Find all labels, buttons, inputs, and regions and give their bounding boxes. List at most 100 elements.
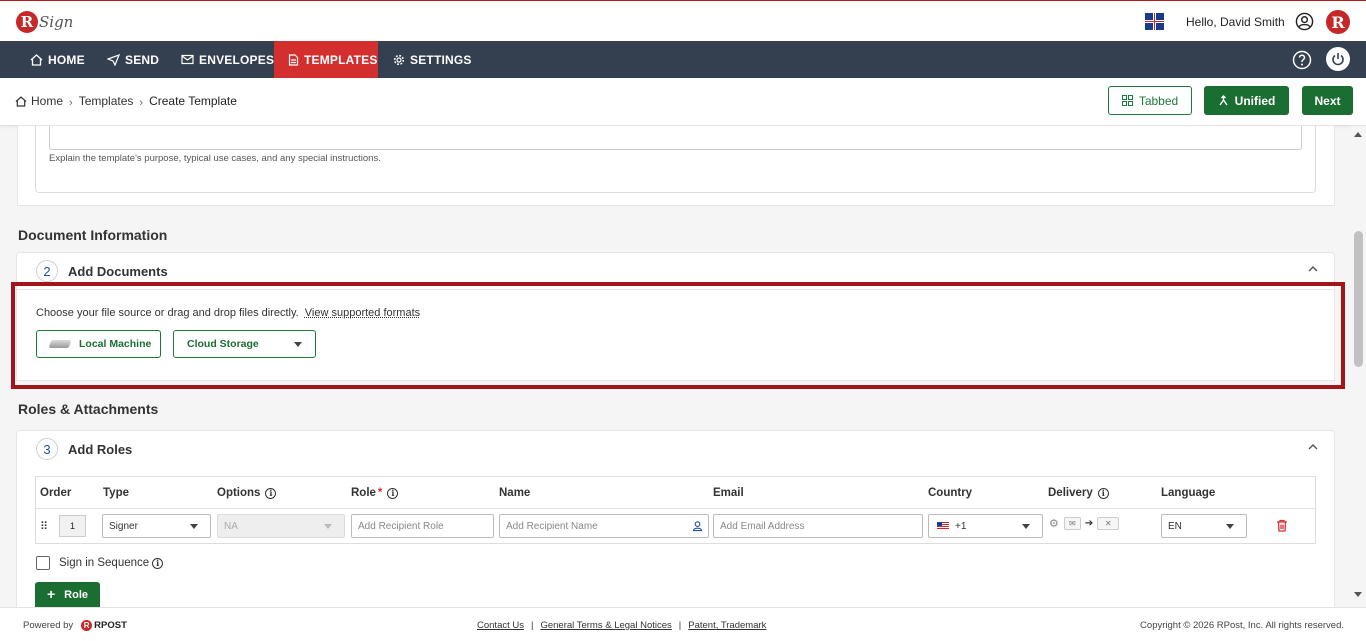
nav-home[interactable]: HOME [30,41,85,78]
rpost-brand-text: RPOST [94,620,127,631]
add-documents-title: Add Documents [68,264,168,279]
info-icon[interactable]: i [387,487,399,499]
logo-r-mark: R [16,11,38,33]
recipient-role-field[interactable] [358,520,493,532]
breadcrumb-separator: › [69,97,73,109]
delivery-label: Delivery [1048,487,1093,499]
add-role-label: Role [64,589,89,601]
grid-icon [1121,95,1133,106]
rpost-r-mark: R [81,620,93,631]
nav-home-label: HOME [48,52,85,67]
rpost-logo: R RPOST [81,620,127,631]
nav-send-label: SEND [125,52,160,67]
chevron-down-icon [324,524,332,529]
logo-text: Sign [39,13,74,31]
document-icon [288,53,299,66]
step-number-badge: 3 [36,438,58,460]
add-roles-panel-header[interactable]: 3 Add Roles [16,430,1335,468]
column-header-name: Name [499,487,531,499]
language-value: EN [1168,520,1182,532]
info-icon[interactable]: i [265,487,277,499]
uk-flag-icon[interactable] [1145,13,1164,30]
column-header-order: Order [40,487,72,499]
column-header-country: Country [928,487,973,499]
help-icon[interactable] [1292,50,1312,70]
nav-templates-label: TEMPLATES [304,52,378,67]
close-icon[interactable]: ✕ [1097,517,1120,530]
breadcrumb-templates[interactable]: Templates [79,94,134,108]
country-code-select[interactable]: +1 [928,514,1043,538]
step-number-badge: 2 [36,260,58,282]
tabbed-label: Tabbed [1138,93,1179,108]
scrollbar-thumb[interactable] [1354,231,1363,367]
language-select[interactable]: EN [1161,514,1247,538]
trash-icon[interactable] [1276,519,1288,532]
recipient-name-input[interactable] [499,514,709,538]
sign-in-sequence-text: Sign in Sequence [59,557,150,569]
sign-in-sequence-label: Sign in Sequence i [59,557,164,569]
breadcrumb-bar: Home › Templates › Create Template Tabbe… [0,78,1366,126]
contact-us-link[interactable]: Contact Us [477,620,524,631]
column-header-email: Email [713,487,744,499]
info-icon[interactable]: i [152,557,164,569]
column-header-delivery: Delivery i [1048,487,1109,499]
unified-view-button[interactable]: Unified [1204,86,1289,115]
delivery-options: ⚙ ✉ ➔ ✕ [1049,517,1123,530]
gear-icon [393,54,405,65]
chevron-down-icon [1022,524,1030,529]
description-textarea[interactable] [49,126,1302,150]
patent-trademark-link[interactable]: Patent, Trademark [688,620,766,631]
brand-avatar[interactable]: R [1326,10,1350,34]
column-header-language: Language [1161,487,1216,499]
user-profile-icon[interactable] [1295,12,1314,31]
email-address-field[interactable] [720,520,922,532]
power-icon [1332,53,1344,66]
footer-links: Contact Us | General Terms & Legal Notic… [477,620,766,631]
nav-templates[interactable]: TEMPLATES [274,41,378,78]
logout-button[interactable] [1326,47,1350,71]
recipient-name-field[interactable] [506,520,692,532]
contact-picker-icon[interactable] [692,520,703,532]
home-icon [15,95,27,107]
scroll-up-arrow-icon[interactable] [1354,132,1362,137]
chevron-up-icon[interactable] [1308,443,1318,450]
order-input[interactable]: 1 [59,515,86,537]
breadcrumb-separator: › [139,97,144,109]
breadcrumb: Home › Templates › Create Template [15,94,237,109]
type-select[interactable]: Signer [102,514,211,538]
nav-envelopes[interactable]: ENVELOPES [181,41,274,78]
recipient-role-input[interactable] [351,514,494,538]
nav-send[interactable]: SEND [107,41,159,78]
main-nav: HOME SEND ENVELOPES TEMPLATES SETTINGS [0,41,1366,78]
sign-in-sequence-checkbox[interactable] [36,556,50,570]
copyright-text: Copyright © 2026 RPost, Inc. All rights … [1140,620,1344,631]
add-roles-title: Add Roles [68,442,133,457]
chevron-down-icon [1226,524,1234,529]
highlight-frame [11,282,1345,389]
options-value: NA [224,520,238,532]
breadcrumb-home[interactable]: Home [31,94,63,108]
info-icon[interactable]: i [1097,487,1109,499]
add-role-button[interactable]: + Role [35,582,100,608]
scroll-down-arrow-icon[interactable] [1354,592,1362,597]
rsign-logo[interactable]: R Sign [16,6,73,38]
merge-icon [1219,95,1228,106]
email-address-input[interactable] [713,514,923,538]
country-code-value: +1 [955,520,967,532]
arrow-right-icon: ➔ [1084,518,1094,529]
tabbed-view-button[interactable]: Tabbed [1108,86,1192,115]
chevron-up-icon[interactable] [1308,265,1318,272]
next-button[interactable]: Next [1302,86,1353,115]
nav-settings[interactable]: SETTINGS [393,41,472,78]
chevron-down-icon [190,524,198,529]
options-label: Options [217,487,261,499]
column-header-options: Options i [217,487,277,499]
drag-handle-icon[interactable]: ⠿ [40,520,48,533]
gear-icon[interactable]: ⚙ [1049,517,1059,530]
email-delivery-icon[interactable]: ✉ [1063,517,1081,530]
legal-notices-link[interactable]: General Terms & Legal Notices [540,620,671,631]
description-help-text: Explain the template's purpose, typical … [49,153,381,164]
nav-settings-label: SETTINGS [410,52,472,67]
options-select: NA [217,514,345,538]
home-icon [30,53,43,66]
